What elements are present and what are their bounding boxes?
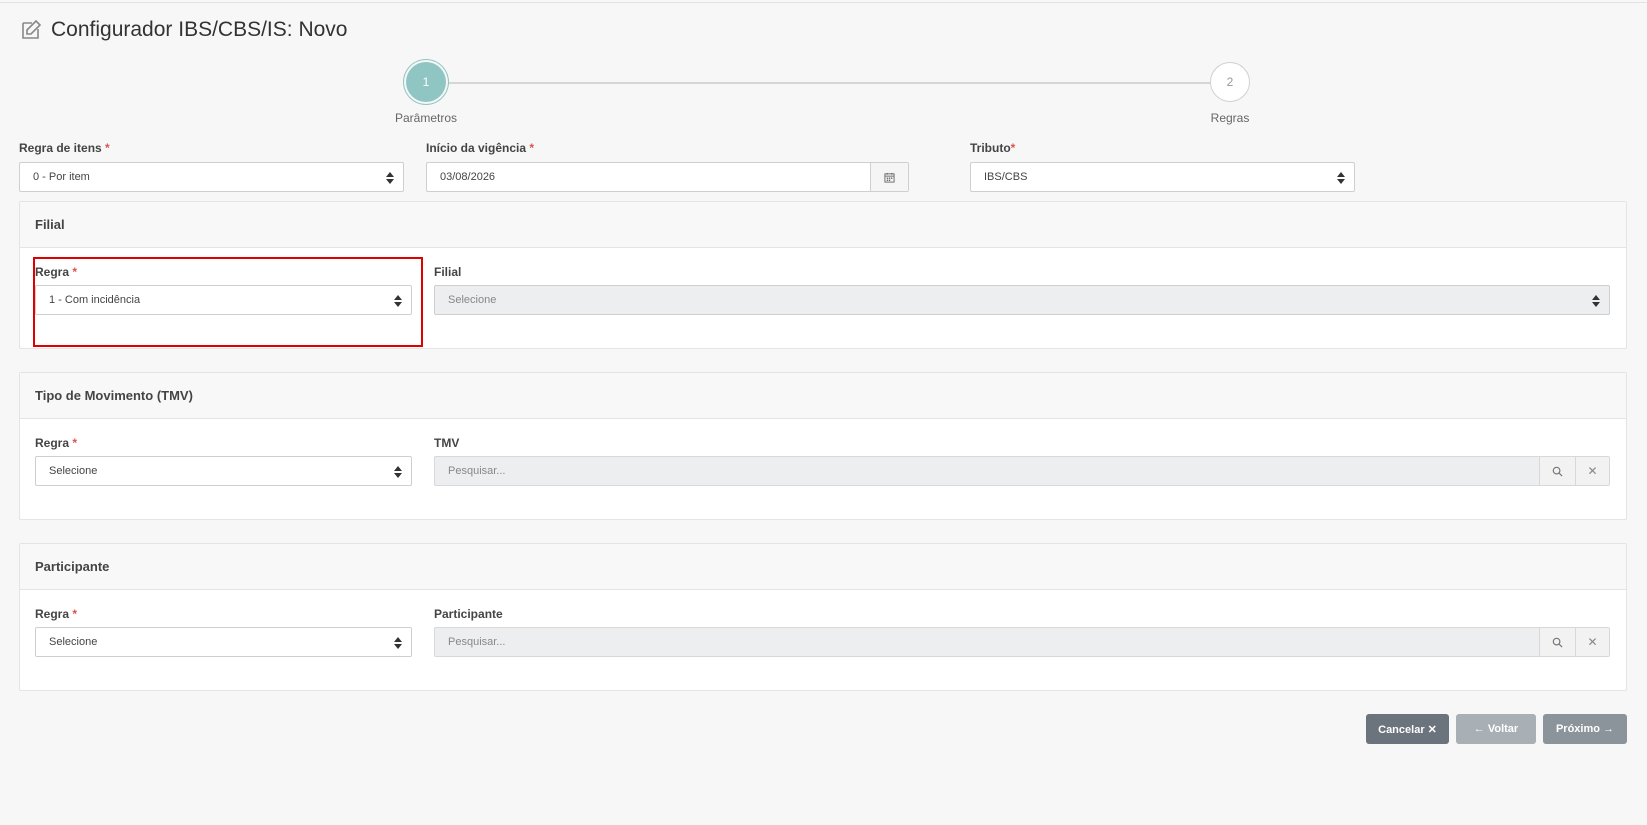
step-label: Parâmetros: [394, 111, 458, 125]
sort-caret-icon: [394, 466, 402, 478]
required-marker: *: [1010, 141, 1016, 155]
panel-title: Tipo de Movimento (TMV): [20, 373, 1626, 419]
clear-button[interactable]: ✕: [1575, 457, 1609, 485]
tributo-select[interactable]: IBS/CBS: [970, 162, 1355, 192]
sort-caret-icon: [394, 637, 402, 649]
panel-title: Filial: [20, 202, 1626, 248]
search-placeholder: Pesquisar...: [448, 465, 506, 477]
next-button[interactable]: Próximo →: [1543, 714, 1627, 744]
back-button[interactable]: ← Voltar: [1456, 714, 1536, 744]
page-title: Configurador IBS/CBS/IS: Novo: [51, 18, 348, 41]
calendar-button[interactable]: [870, 163, 908, 191]
search-button[interactable]: [1539, 628, 1575, 656]
clear-button[interactable]: ✕: [1575, 628, 1609, 656]
cancel-button[interactable]: Cancelar ✕: [1366, 714, 1449, 744]
search-placeholder: Pesquisar...: [448, 636, 506, 648]
required-marker: *: [72, 607, 78, 621]
highlight-box: [33, 257, 423, 347]
sort-caret-icon: [1592, 295, 1600, 307]
tributo-label: Tributo*: [970, 141, 1015, 155]
regra-itens-label: Regra de itens *: [19, 141, 110, 155]
stepper-line: [426, 82, 1211, 84]
sort-caret-icon: [1337, 172, 1345, 184]
tmv-search-input[interactable]: Pesquisar... ✕: [434, 456, 1610, 486]
label-text: Regra: [35, 436, 70, 450]
panel-title: Participante: [20, 544, 1626, 590]
tmv-panel: Tipo de Movimento (TMV): [19, 372, 1627, 520]
step-parametros[interactable]: 1 Parâmetros: [386, 62, 466, 125]
select-value: 0 - Por item: [33, 171, 90, 183]
inicio-vigencia-input[interactable]: 03/08/2026: [426, 162, 909, 192]
sort-caret-icon: [386, 172, 394, 184]
close-icon: ✕: [1587, 464, 1598, 478]
page-header: Configurador IBS/CBS/IS: Novo: [19, 18, 347, 42]
select-value: IBS/CBS: [984, 171, 1028, 183]
select-placeholder: Selecione: [448, 294, 497, 306]
label-text: Tributo: [970, 141, 1011, 155]
edit-icon: [22, 19, 42, 39]
search-icon: [1552, 637, 1563, 648]
regra-itens-select[interactable]: 0 - Por item: [19, 162, 404, 192]
top-divider: [0, 2, 1647, 3]
date-value: 03/08/2026: [440, 171, 496, 183]
participante-regra-select[interactable]: Selecione: [35, 627, 412, 657]
step-label: Regras: [1210, 111, 1250, 125]
tmv-label: TMV: [434, 436, 460, 450]
label-text: Início da vigência: [426, 141, 527, 155]
tmv-regra-select[interactable]: Selecione: [35, 456, 412, 486]
search-button[interactable]: [1539, 457, 1575, 485]
participante-label: Participante: [434, 607, 503, 621]
required-marker: *: [105, 141, 110, 155]
participante-panel: Participante: [19, 543, 1627, 691]
tmv-regra-label: Regra *: [35, 436, 77, 450]
select-value: Selecione: [49, 465, 98, 477]
required-marker: *: [72, 436, 78, 450]
label-text: Regra: [35, 607, 70, 621]
step-regras[interactable]: 2 Regras: [1190, 62, 1270, 125]
close-icon: ✕: [1587, 635, 1598, 649]
calendar-icon: [884, 172, 895, 183]
label-text: Regra de itens: [19, 141, 102, 155]
search-icon: [1552, 466, 1563, 477]
step-number: 2: [1210, 62, 1250, 102]
required-marker: *: [529, 141, 535, 155]
step-number: 1: [406, 62, 446, 102]
filial-label: Filial: [434, 265, 462, 279]
participante-regra-label: Regra *: [35, 607, 77, 621]
participante-search-input[interactable]: Pesquisar... ✕: [434, 627, 1610, 657]
inicio-vigencia-label: Início da vigência *: [426, 141, 534, 155]
filial-select[interactable]: Selecione: [434, 285, 1610, 315]
select-value: Selecione: [49, 636, 98, 648]
